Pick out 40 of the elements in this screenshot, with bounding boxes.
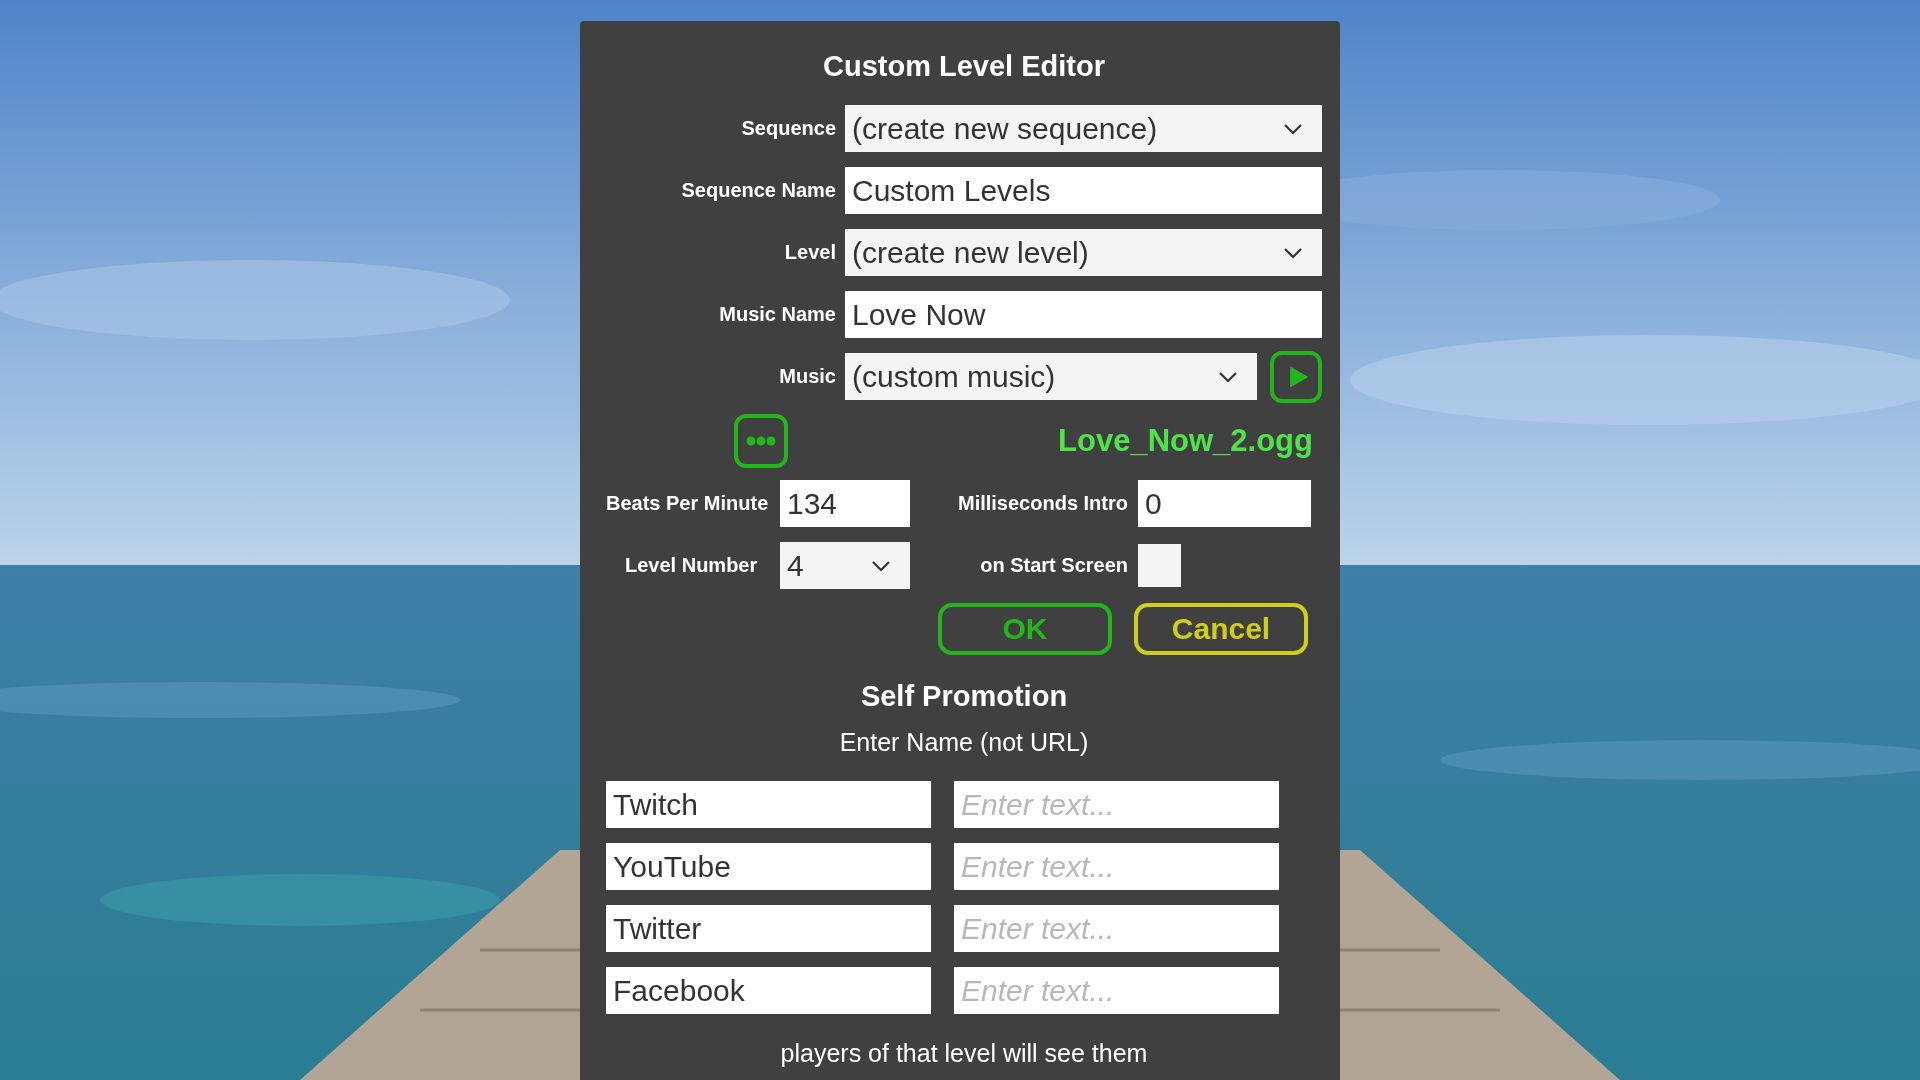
name-field[interactable]: Enter text... (954, 843, 1279, 890)
dialog-title: Custom Level Editor (823, 49, 1105, 83)
music-file-name: Love_Now_2.ogg (1058, 423, 1313, 459)
hint-text: Enter Name (not URL) (839, 727, 1089, 757)
chevron-down-icon (1283, 122, 1303, 135)
field-label: Music (778, 365, 836, 388)
field-label: Music Name (718, 303, 836, 326)
dropdown[interactable]: (create new level) (845, 229, 1322, 276)
play-button[interactable] (1270, 350, 1322, 403)
field-label: Level (783, 241, 836, 264)
chevron-down-icon (1283, 246, 1303, 259)
platform-field[interactable]: YouTube (606, 843, 931, 890)
field-label: Level Number (624, 554, 758, 577)
footer-text: players of that level will see them (780, 1038, 1148, 1068)
chevron-down-icon (1218, 370, 1238, 383)
chevron-down-icon (871, 559, 891, 572)
dropdown[interactable]: (custom music) (845, 353, 1257, 400)
more-button[interactable] (734, 414, 788, 468)
dropdown[interactable]: 4 (780, 542, 910, 589)
field-label: Beats Per Minute (606, 492, 769, 515)
text-field[interactable]: Love Now (845, 291, 1322, 338)
field-label: Sequence Name (680, 179, 836, 202)
dropdown[interactable]: (create new sequence) (845, 105, 1322, 152)
platform-field[interactable]: Twitch (606, 781, 931, 828)
field-label: on Start Screen (980, 554, 1128, 577)
name-field[interactable]: Enter text... (954, 781, 1279, 828)
number-field[interactable]: 0 (1138, 480, 1311, 527)
name-field[interactable]: Enter text... (954, 905, 1279, 952)
field-label: Sequence (740, 117, 836, 140)
more-icon (746, 436, 776, 446)
section-title: Self Promotion (860, 679, 1068, 713)
text-field[interactable]: Custom Levels (845, 167, 1322, 214)
field-label: Milliseconds Intro (957, 492, 1128, 515)
dialog-button[interactable]: Cancel (1134, 603, 1308, 655)
platform-field[interactable]: Facebook (606, 967, 931, 1014)
platform-field[interactable]: Twitter (606, 905, 931, 952)
checkbox[interactable] (1138, 544, 1181, 587)
number-field[interactable]: 134 (780, 480, 910, 527)
name-field[interactable]: Enter text... (954, 967, 1279, 1014)
dialog-button[interactable]: OK (938, 603, 1112, 655)
